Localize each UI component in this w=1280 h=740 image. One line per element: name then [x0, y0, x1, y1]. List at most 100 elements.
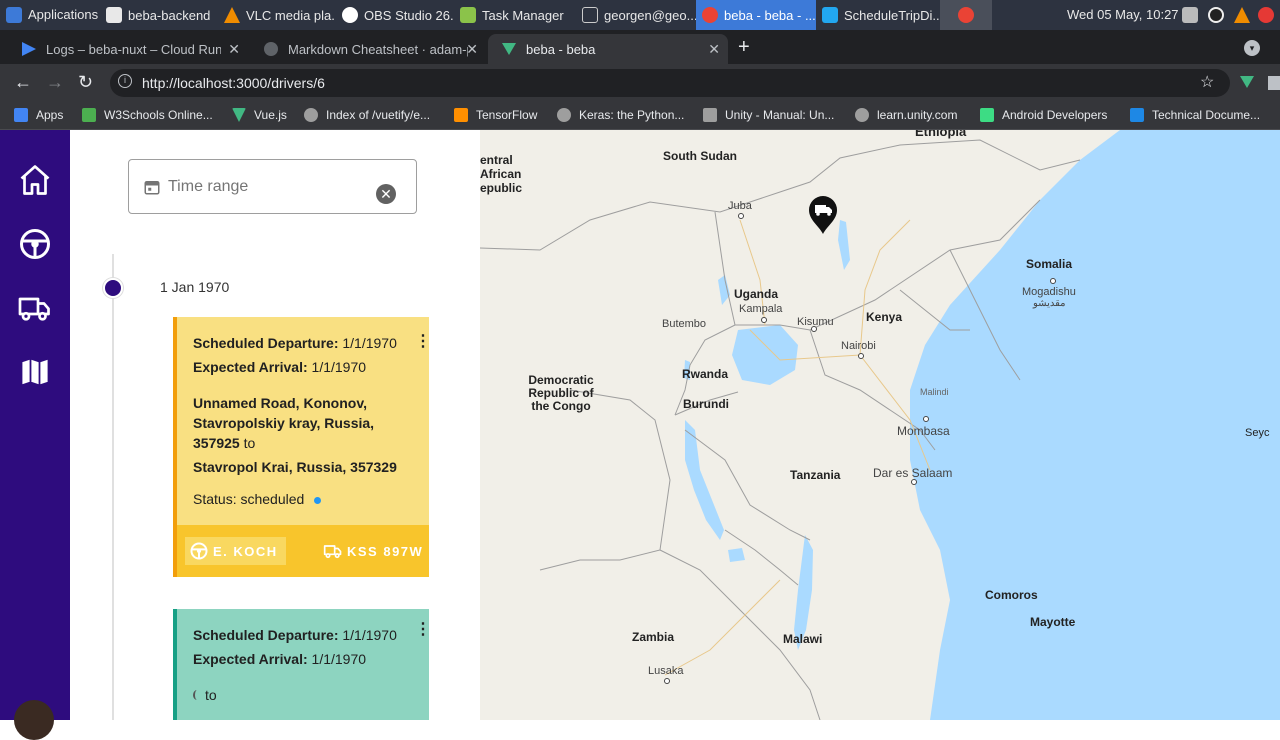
- status-label: Status:: [193, 491, 237, 507]
- tab-search-icon[interactable]: ▾: [1244, 40, 1260, 56]
- timeline-date: 1 Jan 1970: [160, 279, 230, 295]
- chrome-icon: [702, 7, 718, 23]
- address-bar[interactable]: i http://localhost:3000/drivers/6 ☆: [110, 69, 1230, 97]
- unity-icon: [703, 108, 717, 122]
- departure-label: Scheduled Departure:: [193, 335, 339, 351]
- map-canvas: [480, 130, 1280, 720]
- bookmark-label: Technical Docume...: [1152, 108, 1261, 122]
- destination: Stavropol Krai, Russia, 357329: [193, 459, 397, 475]
- driver-name: E. KOCH: [213, 543, 278, 559]
- bookmark-learn-unity[interactable]: learn.unity.com: [855, 108, 957, 122]
- side-navigation: [0, 130, 70, 740]
- vue-devtools-icon[interactable]: [1240, 76, 1254, 88]
- url-text[interactable]: http://localhost:3000/drivers/6: [142, 75, 325, 91]
- map-label-uganda: Uganda: [734, 287, 779, 301]
- map-label-mogadishu-arabic: مقديشو: [1033, 298, 1066, 309]
- bookmark-apps[interactable]: Apps: [14, 108, 63, 122]
- avatar[interactable]: [14, 700, 54, 740]
- bookmark-w3schools[interactable]: W3Schools Online...: [82, 108, 213, 122]
- taskbar-item-terminal[interactable]: georgen@geo...: [576, 0, 696, 30]
- taskbar-item-beba-backend[interactable]: beba-backend: [100, 0, 218, 30]
- bookmark-technical-docs[interactable]: Technical Docume...: [1130, 108, 1260, 122]
- forward-icon[interactable]: →: [46, 72, 64, 93]
- bookmark-keras[interactable]: Keras: the Python...: [557, 108, 684, 122]
- time-range-label: Time range: [168, 178, 249, 195]
- steering-wheel-icon[interactable]: [17, 226, 53, 262]
- taskbar-item-task-manager[interactable]: Task Manager: [454, 0, 576, 30]
- arrival-line: Expected Arrival: 1/1/1970: [193, 359, 366, 375]
- map-label-mombasa: Mombasa: [897, 424, 950, 438]
- city-dot: [923, 416, 929, 422]
- taskbar-item-chrome[interactable]: [940, 0, 992, 30]
- taskbar-item-vlc[interactable]: VLC media pla...: [218, 0, 336, 30]
- applications-menu[interactable]: Applications ☰: [0, 0, 100, 30]
- obs-tray-icon[interactable]: [1208, 7, 1224, 23]
- browser-tab-cloud-run[interactable]: Logs – beba-nuxt – Cloud Run – ✕: [8, 34, 248, 64]
- time-range-field[interactable]: Time range ✕: [128, 159, 417, 214]
- map-label-ethiopia: Ethiopia: [915, 130, 967, 139]
- arrival-value: 1/1/1970: [311, 359, 367, 375]
- departure-line: Scheduled Departure: 1/1/1970: [193, 627, 397, 643]
- calendar-icon: [144, 181, 160, 195]
- departure-value: 1/1/1970: [342, 627, 397, 643]
- origin-line: Stavropolskiy kray, Russia,: [193, 415, 375, 431]
- reload-icon[interactable]: ↻: [78, 72, 93, 93]
- taskbar-item-obs[interactable]: OBS Studio 26....: [336, 0, 454, 30]
- close-tab-icon[interactable]: ✕: [708, 41, 720, 58]
- close-tab-icon[interactable]: ✕: [228, 41, 240, 58]
- trip-menu-icon[interactable]: ⋮: [415, 331, 431, 351]
- steering-wheel-icon: [190, 542, 208, 560]
- browser-tab-markdown[interactable]: Markdown Cheatsheet · adam-p ✕: [250, 34, 486, 64]
- new-tab-button[interactable]: +: [738, 36, 750, 59]
- city-dot: [761, 317, 767, 323]
- w3schools-icon: [82, 108, 96, 122]
- taskbar-item-vscode[interactable]: ScheduleTripDi...: [816, 0, 940, 30]
- arrival-value: 1/1/1970: [311, 651, 367, 667]
- bookmark-label: Keras: the Python...: [579, 108, 685, 122]
- bookmark-tensorflow[interactable]: TensorFlow: [454, 108, 537, 122]
- vehicle-chip[interactable]: KSS 897W: [321, 537, 423, 565]
- app: Time range ✕ 1 Jan 1970 Scheduled Depart…: [0, 130, 1280, 740]
- clear-icon[interactable]: ✕: [376, 184, 396, 204]
- tab-title: beba - beba: [526, 41, 596, 57]
- github-icon: [264, 42, 278, 56]
- origin-to-line: 357925 to: [193, 435, 255, 451]
- map[interactable]: Ethiopia entral African epublic South Su…: [480, 130, 1280, 720]
- vue-icon: [502, 43, 516, 55]
- bookmark-android-developers[interactable]: Android Developers: [980, 108, 1107, 122]
- close-tab-icon[interactable]: ✕: [466, 41, 478, 58]
- info-icon[interactable]: i: [118, 74, 132, 88]
- map-label-south-sudan: South Sudan: [663, 149, 737, 163]
- taskbar-label: Applications ☰: [28, 7, 100, 22]
- truck-icon[interactable]: [17, 290, 53, 326]
- browser-tab-beba[interactable]: beba - beba ✕: [488, 34, 728, 64]
- power-icon[interactable]: [1258, 7, 1274, 23]
- map-label-kenya: Kenya: [866, 310, 903, 324]
- bookmark-vuejs[interactable]: Vue.js: [232, 108, 287, 122]
- arrival-label: Expected Arrival:: [193, 651, 308, 667]
- bookmark-unity-manual[interactable]: Unity - Manual: Un...: [703, 108, 834, 122]
- taskbar-item-chrome-beba[interactable]: beba - beba - ...: [696, 0, 816, 30]
- map-label-mogadishu: Mogadishu: [1022, 286, 1076, 298]
- trip-card[interactable]: Scheduled Departure: 1/1/1970 Expected A…: [173, 317, 431, 577]
- bookmark-label: Apps: [36, 108, 64, 122]
- trip-card[interactable]: Scheduled Departure: 1/1/1970 Expected A…: [173, 609, 431, 720]
- taskbar-label: beba-backend: [128, 7, 211, 23]
- driver-chip[interactable]: E. KOCH: [185, 537, 286, 565]
- clock: Wed 05 May, 10:27: [1067, 7, 1179, 22]
- bookmark-vuetify-index[interactable]: Index of /vuetify/e...: [304, 108, 430, 122]
- back-icon[interactable]: ←: [14, 72, 32, 93]
- bookmark-label: learn.unity.com: [877, 108, 958, 122]
- extension-icon[interactable]: [1268, 76, 1280, 90]
- bookmark-star-icon[interactable]: ☆: [1200, 72, 1214, 92]
- task-manager-icon: [460, 7, 476, 23]
- home-icon[interactable]: [17, 162, 53, 198]
- trip-menu-icon[interactable]: ⋮: [415, 619, 431, 639]
- volume-icon[interactable]: [1182, 7, 1198, 23]
- taskbar-label: ScheduleTripDi...: [844, 7, 940, 23]
- truck-marker-icon[interactable]: [807, 196, 839, 236]
- map-label-kampala: Kampala: [739, 303, 783, 315]
- map-icon[interactable]: [17, 354, 53, 390]
- browser-tab-strip: Logs – beba-nuxt – Cloud Run – ✕ Markdow…: [0, 30, 1280, 64]
- map-label-nairobi: Nairobi: [841, 340, 876, 352]
